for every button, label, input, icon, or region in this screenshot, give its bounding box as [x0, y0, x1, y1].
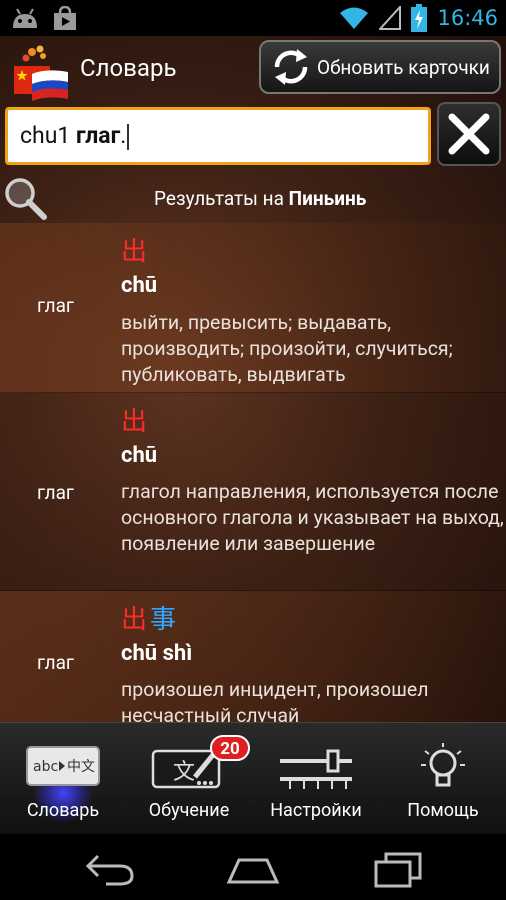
list-item[interactable]: глаг 出 chū глагол направления, используе…	[0, 393, 506, 591]
hanzi: 出	[121, 605, 148, 635]
refresh-icon	[274, 49, 308, 85]
results-prefix: Результаты на	[154, 187, 289, 210]
close-icon	[448, 113, 490, 155]
tab-label: Настройки	[270, 800, 362, 821]
refresh-cards-label: Обновить карточки	[317, 55, 490, 79]
play-store-icon	[54, 6, 76, 30]
meaning: глагол направления, используется после о…	[121, 480, 504, 555]
notification-badge: 20	[210, 735, 250, 761]
signal-icon	[379, 6, 402, 30]
home-icon[interactable]	[223, 848, 283, 888]
system-nav-bar	[0, 834, 506, 900]
svg-text:中文: 中文	[67, 759, 95, 775]
pinyin: chū shì	[121, 641, 193, 666]
tab-settings[interactable]: Настройки	[253, 723, 379, 835]
part-of-speech: глаг	[37, 294, 74, 317]
pinyin: chū	[121, 443, 158, 468]
refresh-cards-button[interactable]: Обновить карточки	[259, 40, 501, 94]
status-bar: 16:46	[0, 0, 506, 36]
page-title: Словарь	[80, 54, 177, 82]
app-content: Словарь Обновить карточки chu1 глаг. Рез…	[0, 36, 506, 722]
recent-apps-icon[interactable]	[368, 848, 428, 888]
tab-label: Обучение	[148, 800, 230, 821]
tab-dictionary[interactable]: abc 中文 Словарь	[0, 723, 126, 835]
tab-help[interactable]: Помощь	[380, 723, 506, 835]
tab-label: Словарь	[26, 800, 100, 821]
meaning: выйти, превысить; выдавать, производить;…	[121, 311, 453, 386]
results-header: Результаты на Пиньинь	[0, 171, 506, 223]
tab-label: Помощь	[407, 800, 479, 821]
text-cursor	[127, 123, 130, 150]
svg-text:文: 文	[173, 760, 195, 785]
results-mode: Пиньинь	[288, 187, 367, 210]
clock: 16:46	[437, 6, 498, 30]
search-input[interactable]: chu1 глаг.	[5, 107, 431, 165]
search-icon[interactable]	[2, 175, 48, 221]
list-item[interactable]: глаг 出 chū выйти, превысить; выдавать, п…	[0, 223, 506, 393]
hanzi: 出	[121, 237, 148, 267]
wifi-icon	[340, 7, 369, 29]
search-value-suffix: .	[120, 122, 127, 149]
pinyin: chū	[121, 273, 158, 298]
lightbulb-icon	[421, 743, 465, 787]
results-caption: Результаты на Пиньинь	[154, 187, 366, 210]
battery-charging-icon	[411, 4, 428, 32]
hanzi: 事	[150, 605, 177, 635]
meaning: произошел инцидент, произошел несчастный…	[121, 678, 429, 722]
action-bar: Словарь Обновить карточки	[0, 36, 506, 102]
part-of-speech: глаг	[37, 651, 74, 674]
tab-study[interactable]: 文 20 Обучение	[126, 723, 252, 835]
list-item[interactable]: глаг 出 事 chū shì произошел инцидент, про…	[0, 591, 506, 722]
hanzi: 出	[121, 407, 148, 437]
app-logo-icon[interactable]	[12, 44, 72, 102]
back-icon[interactable]	[80, 848, 140, 888]
svg-text:abc: abc	[33, 759, 58, 775]
bottom-tab-bar: abc 中文 Словарь 文 20 Обучение Настройки П…	[0, 722, 506, 834]
search-value-bold: глаг	[76, 122, 121, 149]
part-of-speech: глаг	[37, 481, 74, 504]
android-icon	[13, 8, 37, 28]
clear-search-button[interactable]	[437, 102, 501, 166]
dictionary-icon: abc 中文	[26, 746, 100, 786]
search-value-plain: chu1	[20, 122, 77, 149]
settings-sliders-icon	[280, 749, 352, 789]
results-list[interactable]: глаг 出 chū выйти, превысить; выдавать, п…	[0, 223, 506, 722]
